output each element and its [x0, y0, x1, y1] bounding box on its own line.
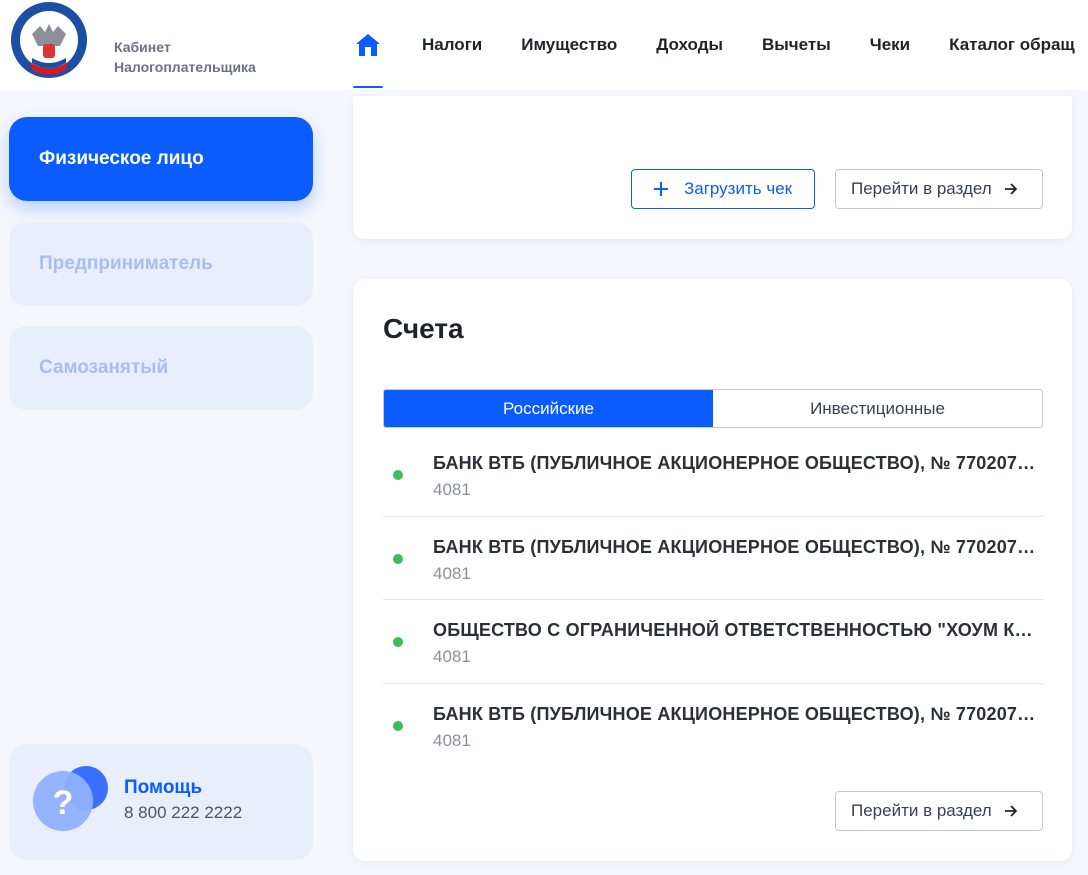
status-dot: [393, 720, 403, 731]
receipts-card: Загрузить чек Перейти в раздел: [353, 96, 1072, 239]
upload-receipt-button[interactable]: Загрузить чек: [631, 169, 815, 209]
account-bank-name: БАНК ВТБ (ПУБЛИЧНОЕ АКЦИОНЕРНОЕ ОБЩЕСТВО…: [433, 536, 1041, 557]
accounts-card: Счета Российские Инвестиционные БАНК ВТБ…: [353, 279, 1072, 861]
sidebar-item-label: Предприниматель: [39, 253, 213, 274]
help-phone[interactable]: 8 800 222 2222: [124, 803, 242, 823]
accounts-title: Счета: [383, 313, 464, 344]
accounts-go-to-section-button[interactable]: Перейти в раздел: [835, 791, 1043, 831]
account-row[interactable]: ОБЩЕСТВО С ОГРАНИЧЕННОЙ ОТВЕТСТВЕННОСТЬЮ…: [383, 600, 1043, 684]
nav-home[interactable]: [352, 0, 384, 90]
accounts-list: БАНК ВТБ (ПУБЛИЧНОЕ АКЦИОНЕРНОЕ ОБЩЕСТВО…: [383, 433, 1043, 767]
help-widget[interactable]: ? Помощь 8 800 222 2222: [9, 744, 313, 860]
nav-taxes[interactable]: Налоги: [422, 35, 482, 55]
brand-line-1: Кабинет: [114, 39, 171, 55]
sidebar-item-entrepreneur[interactable]: Предприниматель: [9, 222, 313, 306]
question-icon: ?: [33, 766, 108, 831]
brand-title[interactable]: Кабинет Налогоплательщика: [114, 37, 256, 77]
nav-deductions[interactable]: Вычеты: [762, 35, 831, 55]
account-row[interactable]: БАНК ВТБ (ПУБЛИЧНОЕ АКЦИОНЕРНОЕ ОБЩЕСТВО…: [383, 684, 1043, 768]
account-bank-name: БАНК ВТБ (ПУБЛИЧНОЕ АКЦИОНЕРНОЕ ОБЩЕСТВО…: [433, 703, 1041, 724]
account-number: 4081: [433, 563, 471, 583]
status-dot: [393, 637, 403, 647]
sidebar-item-label: Физическое лицо: [39, 148, 204, 169]
accounts-tabs: Российские Инвестиционные: [383, 389, 1043, 428]
home-icon: [356, 34, 380, 56]
nav-property[interactable]: Имущество: [521, 35, 617, 55]
go-to-section-label: Перейти в раздел: [851, 179, 992, 198]
top-header: Кабинет Налогоплательщика Налоги Имущест…: [0, 0, 1088, 90]
sidebar-item-individual[interactable]: Физическое лицо: [9, 117, 313, 201]
account-row[interactable]: БАНК ВТБ (ПУБЛИЧНОЕ АКЦИОНЕРНОЕ ОБЩЕСТВО…: [383, 433, 1043, 517]
nav-appeals-catalog[interactable]: Каталог обращ: [949, 35, 1075, 55]
go-to-section-label: Перейти в раздел: [851, 801, 992, 820]
upload-receipt-label: Загрузить чек: [684, 179, 793, 198]
sidebar-item-label: Самозанятый: [39, 357, 169, 378]
tab-russian[interactable]: Российские: [384, 390, 713, 427]
arrow-right-icon: [1004, 183, 1017, 195]
svg-text:?: ?: [53, 784, 74, 822]
account-number: 4081: [433, 730, 471, 750]
arrow-right-icon: [1004, 805, 1017, 817]
nav-receipts[interactable]: Чеки: [870, 35, 910, 55]
help-title: Помощь: [124, 777, 203, 798]
nav-income[interactable]: Доходы: [656, 35, 723, 55]
plus-icon: [654, 182, 668, 196]
fns-emblem-logo[interactable]: [10, 0, 88, 86]
account-number: 4081: [433, 480, 471, 499]
account-row[interactable]: БАНК ВТБ (ПУБЛИЧНОЕ АКЦИОНЕРНОЕ ОБЩЕСТВО…: [383, 517, 1043, 600]
account-bank-name: ОБЩЕСТВО С ОГРАНИЧЕННОЙ ОТВЕТСТВЕННОСТЬЮ…: [433, 620, 1041, 640]
brand-line-2: Налогоплательщика: [114, 59, 256, 75]
account-number: 4081: [433, 647, 471, 666]
status-dot: [393, 553, 403, 564]
receipts-go-to-section-button[interactable]: Перейти в раздел: [835, 169, 1043, 209]
sidebar-item-self-employed[interactable]: Самозанятый: [9, 326, 313, 410]
status-dot: [393, 470, 403, 480]
account-bank-name: БАНК ВТБ (ПУБЛИЧНОЕ АКЦИОНЕРНОЕ ОБЩЕСТВО…: [433, 453, 1041, 473]
tab-investment[interactable]: Инвестиционные: [713, 390, 1042, 427]
main-nav: Налоги Имущество Доходы Вычеты Чеки Ката…: [352, 0, 1075, 90]
